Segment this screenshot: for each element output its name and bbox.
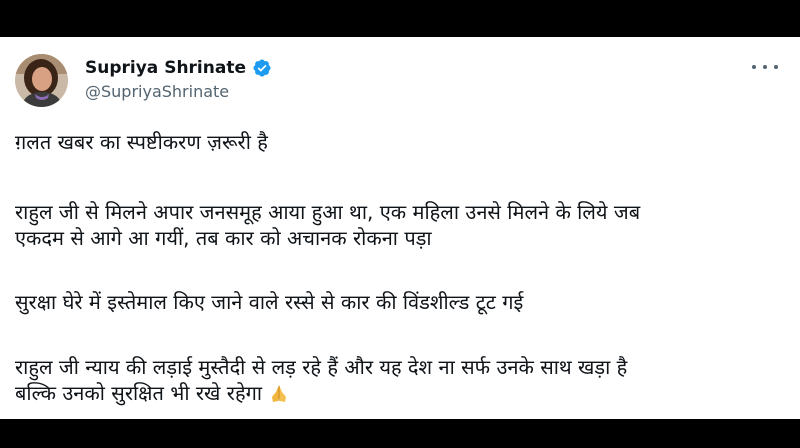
tweet-line: एकदम से आगे आ गयीं, तब कार को अचानक रोकन… (15, 226, 432, 250)
author-handle[interactable]: @SupriyaShrinate (85, 82, 229, 101)
tweet-card: Supriya Shrinate @SupriyaShrinate ग़लत ख… (0, 37, 800, 419)
author-name-row: Supriya Shrinate (85, 56, 272, 80)
avatar-image (15, 54, 68, 107)
tweet-paragraph-1: ग़लत खबर का स्पष्टीकरण ज़रूरी है (15, 129, 785, 155)
tweet-paragraph-2: राहुल जी से मिलने अपार जनसमूह आया हुआ था… (15, 199, 785, 251)
author-display-name[interactable]: Supriya Shrinate (85, 58, 246, 78)
tweet-line: सुरक्षा घेरे में इस्तेमाल किए जाने वाले … (15, 290, 524, 314)
folded-hands-emoji-icon (268, 383, 290, 403)
screenshot-frame: Supriya Shrinate @SupriyaShrinate ग़लत ख… (0, 0, 800, 448)
more-options-icon[interactable] (752, 59, 778, 75)
tweet-line: राहुल जी से मिलने अपार जनसमूह आया हुआ था… (15, 200, 641, 224)
tweet-line-text: बल्कि उनको सुरक्षित भी रखे रहेगा (15, 381, 263, 405)
tweet-paragraph-4: राहुल जी न्याय की लड़ाई मुस्तैदी से लड़ … (15, 354, 785, 406)
verified-badge-icon (252, 58, 272, 78)
avatar[interactable] (15, 54, 68, 107)
tweet-line: राहुल जी न्याय की लड़ाई मुस्तैदी से लड़ … (15, 355, 628, 379)
tweet-line: ग़लत खबर का स्पष्टीकरण ज़रूरी है (15, 130, 268, 154)
tweet-paragraph-3: सुरक्षा घेरे में इस्तेमाल किए जाने वाले … (15, 289, 785, 315)
tweet-line-last: बल्कि उनको सुरक्षित भी रखे रहेगा (15, 380, 785, 406)
